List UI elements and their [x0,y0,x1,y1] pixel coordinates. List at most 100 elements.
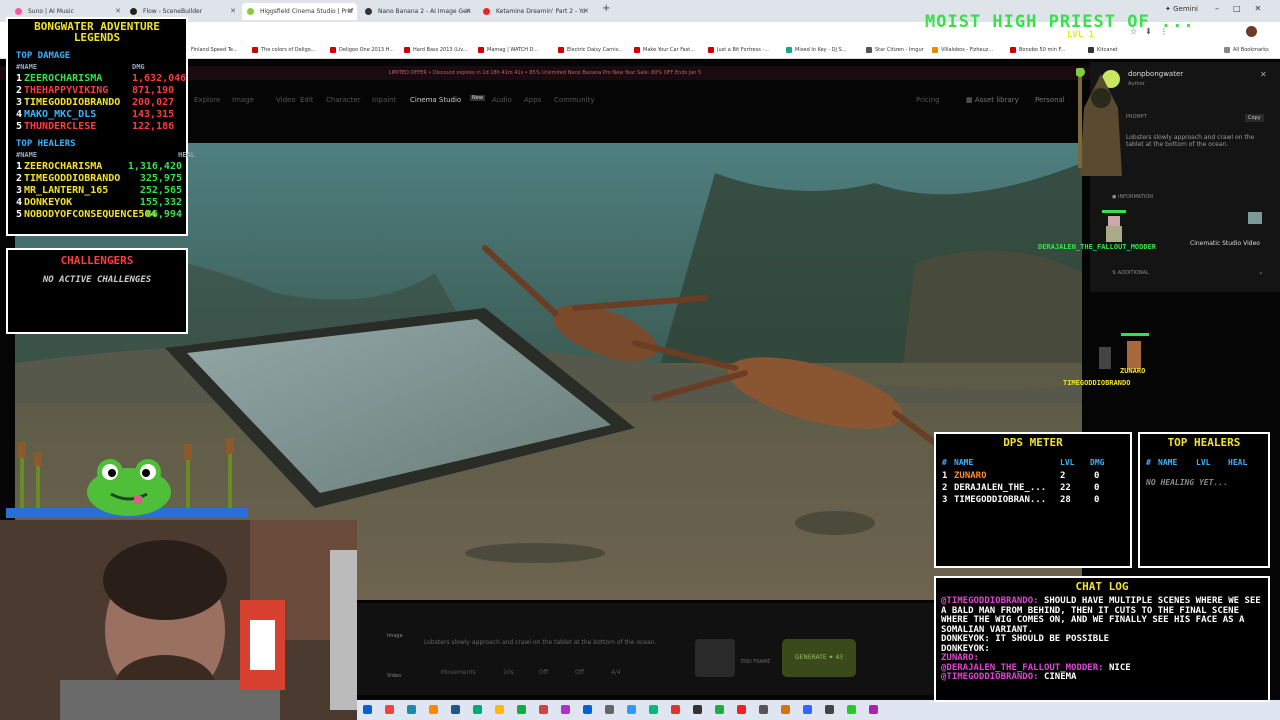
bookmark-item[interactable]: Hard Bass 2013 (Liv... [404,42,468,58]
chevron-down-icon[interactable]: ⌄ [1258,268,1264,276]
bookmark-item[interactable]: Villalobos - Fizheuz... [932,42,993,58]
close-icon[interactable]: ✕ [465,3,471,20]
toggle-a[interactable]: Off [539,669,548,676]
taskbar-app-icon[interactable] [473,705,482,714]
nav-item-inpaint[interactable]: Inpaint [372,96,396,104]
healers-col-heal: HEAL [178,151,195,159]
taskbar-app-icon[interactable] [583,705,592,714]
video-mode-button[interactable]: Video [387,673,401,679]
taskbar-app-icon[interactable] [605,705,614,714]
healer-value: 252,565 [139,185,182,196]
char-label-timegod: TIMEGODDIOBRANDO [1063,379,1131,387]
personal-button[interactable]: Personal [1035,96,1065,104]
chat-username: @TIMEGODDIOBRANDO: [941,672,1039,682]
player-level: LVL 1 [1067,30,1095,40]
bookmark-item[interactable]: Bonobo 50 min F... [1010,42,1065,58]
bookmark-item[interactable]: Kitcanet [1088,42,1118,58]
profile-avatar[interactable] [1246,26,1257,37]
no-challenges-text: NO ACTIVE CHALLENGES [42,275,152,285]
taskbar-app-icon[interactable] [407,705,416,714]
taskbar-app-icon[interactable] [825,705,834,714]
all-bookmarks[interactable]: All Bookmarks [1224,42,1269,58]
taskbar-app-icon[interactable] [517,705,526,714]
close-icon[interactable]: ✕ [230,3,236,20]
close-icon[interactable]: ✕ [583,3,589,20]
toggle-b[interactable]: Off [575,669,584,676]
taskbar-app-icon[interactable] [627,705,636,714]
bookmark-item[interactable]: The colors of Deligo... [252,42,315,58]
start-frame-thumb[interactable] [695,639,735,677]
char-label-zunaro: ZUNARO [1120,367,1146,375]
taskbar-app-icon[interactable] [715,705,724,714]
taskbar-app-icon[interactable] [693,705,702,714]
asset-library-button[interactable]: ▦ Asset library [966,96,1019,104]
taskbar-app-icon[interactable] [803,705,812,714]
heal-col-rank: # [1146,458,1151,467]
taskbar-app-icon[interactable] [671,705,680,714]
bookmark-item[interactable]: Electric Daisy Carniv... [558,42,623,58]
damage-rank: 1 [16,73,23,84]
count-button[interactable]: 4/4 [611,669,621,676]
nav-item-apps[interactable]: Apps [524,96,541,104]
chat-title: CHAT LOG [1075,580,1129,593]
nav-item-explore[interactable]: Explore [194,96,220,104]
bookmark-item[interactable]: Deligoo One 2013 H... [330,42,394,58]
healer-player-name: ZEEROCHARISMA [24,161,103,172]
close-icon[interactable]: ✕ [347,3,353,20]
taskbar-app-icon[interactable] [451,705,460,714]
char-label-modder: DERAJALEN_THE_FALLOUT_MODDER [1038,243,1157,251]
bookmark-item[interactable]: Star Citizen - Imgur [866,42,924,58]
tab-higgsfield[interactable]: Higgsfield Cinema Studio | Prof ✕ [242,3,357,20]
nav-item-character[interactable]: Character [326,96,361,104]
nav-item-edit[interactable]: Edit [300,96,314,104]
nav-item-community[interactable]: Community [554,96,595,104]
nav-item-image[interactable]: Image [232,96,254,104]
taskbar-app-icon[interactable] [737,705,746,714]
window-controls[interactable]: –□✕ [1215,4,1275,13]
heal-col-heal: HEAL [1228,458,1248,467]
taskbar-app-icon[interactable] [363,705,372,714]
bookmark-item[interactable]: Just a Bit Fortress -... [708,42,769,58]
taskbar-app-icon[interactable] [869,705,878,714]
nav-item-cinema-studio[interactable]: Cinema Studio [410,96,461,104]
healer-value: 86,994 [145,209,182,220]
tab-youtube[interactable]: Ketamine Dreamin' Part 2 - Yo ✕ [478,3,593,20]
bookmark-item[interactable]: Finland Speed Te... [182,42,238,58]
bookmark-item[interactable]: Make Your Car Fast... [634,42,695,58]
dps-meter: DPS METER # NAME LVL DMG 1 ZUNARO 2 0 2 DERAJ… [934,432,1132,568]
taskbar-app-icon[interactable] [781,705,790,714]
end-frame-button[interactable]: END FRAME [741,659,770,665]
damage-rank: 5 [16,121,23,132]
prompt-input[interactable]: Lobsters slowly approach and crawl on th… [424,639,724,646]
generate-button[interactable]: GENERATE ✦ 43 [782,639,856,677]
taskbar-app-icon[interactable] [429,705,438,714]
new-tab-button[interactable]: + [602,3,610,14]
tab-title: Nano Banana 2 - AI Image Gen [378,8,471,15]
damage-value: 143,315 [132,109,175,120]
healer-rank: 4 [16,197,23,208]
close-icon[interactable]: ✕ [1260,70,1267,79]
taskbar-app-icon[interactable] [385,705,394,714]
taskbar-app-icon[interactable] [561,705,570,714]
chat-message: @TIMEGODDIOBRANDO: SHOULD HAVE MULTIPLE … [941,596,1263,635]
pricing-link[interactable]: Pricing [916,96,940,104]
top-healers-meter: TOP HEALERS # NAME LVL HEAL NO HEALING Y… [1138,432,1270,568]
nav-item-audio[interactable]: Audio [492,96,512,104]
image-mode-button[interactable]: Image [387,633,403,639]
taskbar-app-icon[interactable] [495,705,504,714]
taskbar-app-icon[interactable] [759,705,768,714]
tab-nano-banana[interactable]: Nano Banana 2 - AI Image Gen ✕ [360,3,475,20]
taskbar-app-icon[interactable] [847,705,856,714]
additional-section[interactable]: ⇅ ADDITIONAL [1112,270,1149,276]
copy-button[interactable]: Copy [1245,114,1264,122]
bookmark-item[interactable]: Mamag | WATCH D... [478,42,538,58]
bookmark-item[interactable]: Mixed In Key - DJ S... [786,42,846,58]
prompt-text: Lobsters slowly approach and crawl on th… [1126,134,1255,148]
taskbar-app-icon[interactable] [649,705,658,714]
frog-mascot [6,430,248,518]
author-name[interactable]: donpbongwater [1128,70,1183,78]
nav-item-video[interactable]: Video [276,96,296,104]
movements-button[interactable]: Movements [441,669,476,676]
taskbar-app-icon[interactable] [539,705,548,714]
duration-button[interactable]: 10s [503,669,514,676]
